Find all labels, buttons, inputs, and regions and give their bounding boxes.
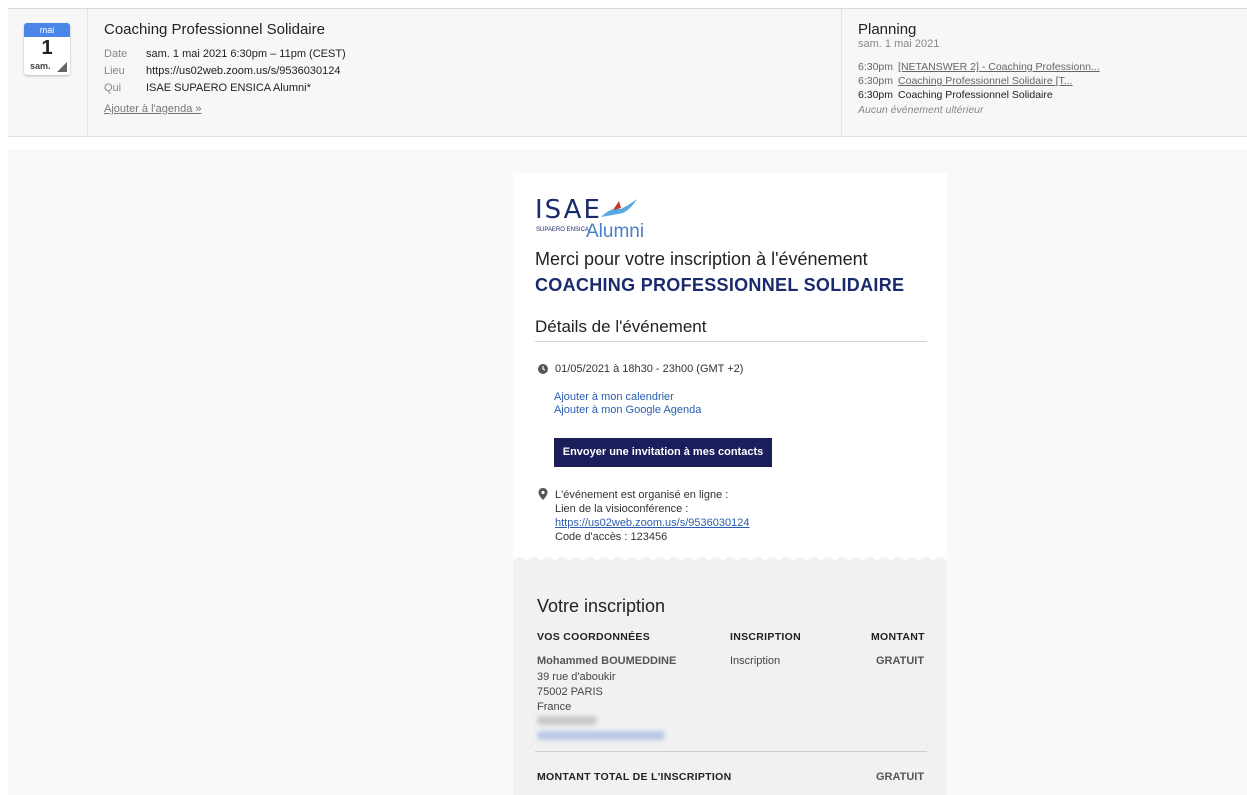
calendar-month: mai bbox=[24, 23, 70, 37]
registration-amount: GRATUIT bbox=[876, 655, 925, 667]
planning-no-more-events: Aucun événement ultérieur bbox=[858, 104, 984, 116]
location-text: L'événement est organisé en ligne : Lien… bbox=[555, 488, 749, 544]
planning-title: Planning bbox=[858, 21, 917, 38]
col-header-registration: INSCRIPTION bbox=[730, 631, 801, 643]
calendar-day: 1 bbox=[41, 37, 53, 59]
event-location-row: L'événement est organisé en ligne : Lien… bbox=[538, 488, 749, 544]
calendar-column: mai 1 sam. bbox=[8, 9, 88, 137]
planning-item-link[interactable]: [NETANSWER 2] - Coaching Professionn... bbox=[898, 61, 1100, 73]
planning-panel: Planning sam. 1 mai 2021 6:30pm [NETANSWE… bbox=[841, 9, 1247, 137]
col-header-amount: MONTANT bbox=[871, 631, 925, 643]
planning-date: sam. 1 mai 2021 bbox=[858, 38, 940, 50]
calendar-invite-panel: mai 1 sam. Coaching Professionnel Solida… bbox=[8, 9, 1247, 137]
calendar-weekday: sam. bbox=[30, 61, 51, 71]
address-line: 39 rue d'aboukir bbox=[537, 671, 616, 683]
registration-heading: Votre inscription bbox=[537, 596, 666, 616]
isae-alumni-logo: ISAE SUPAERO ENSICA Alumni bbox=[535, 195, 665, 242]
event-datetime-row: 01/05/2021 à 18h30 - 23h00 (GMT +2) bbox=[538, 363, 743, 375]
planning-item-label: Coaching Professionnel Solidaire bbox=[898, 89, 1053, 101]
redacted-email bbox=[537, 731, 665, 740]
date-label: Date bbox=[104, 48, 128, 60]
place-label: Lieu bbox=[104, 65, 125, 77]
total-value: GRATUIT bbox=[876, 771, 925, 783]
address-line: 75002 PARIS bbox=[537, 686, 603, 698]
planning-item[interactable]: 6:30pm Coaching Professionnel Solidaire [… bbox=[858, 74, 1231, 88]
send-invitation-button[interactable]: Envoyer une invitation à mes contacts bbox=[554, 438, 772, 467]
visio-label: Lien de la visioconférence : bbox=[555, 503, 689, 515]
invite-who-row: Qui ISAE SUPAERO ENSICA Alumni* bbox=[104, 80, 834, 97]
event-name: COACHING PROFESSIONNEL SOLIDAIRE bbox=[535, 275, 905, 295]
invite-place-row: Lieu https://us02web.zoom.us/s/953603012… bbox=[104, 63, 834, 80]
planning-item-time: 6:30pm bbox=[858, 61, 894, 73]
planning-item-link[interactable]: Coaching Professionnel Solidaire [T... bbox=[898, 75, 1073, 87]
invite-title: Coaching Professionnel Solidaire bbox=[104, 21, 325, 38]
place-value: https://us02web.zoom.us/s/9536030124 bbox=[146, 65, 341, 77]
invite-date-row: Date sam. 1 mai 2021 6:30pm – 11pm (CEST… bbox=[104, 46, 834, 63]
who-label: Qui bbox=[104, 82, 122, 94]
invite-details: Coaching Professionnel Solidaire Date sa… bbox=[104, 21, 834, 117]
attendee-name: Mohammed BOUMEDDINE bbox=[537, 655, 677, 667]
access-code: Code d'accès : 123456 bbox=[555, 531, 668, 543]
redacted-phone bbox=[537, 716, 597, 725]
planning-item-time: 6:30pm bbox=[858, 75, 894, 87]
planning-item-current: 6:30pm Coaching Professionnel Solidaire bbox=[858, 88, 1231, 102]
email-card: ISAE SUPAERO ENSICA Alumni Merci pour vo… bbox=[513, 173, 947, 795]
add-to-agenda-link[interactable]: Ajouter à l'agenda » bbox=[104, 103, 202, 115]
who-value: ISAE SUPAERO ENSICA Alumni* bbox=[146, 82, 311, 94]
calendar-date-icon: mai 1 sam. bbox=[24, 23, 70, 75]
address-line: France bbox=[537, 701, 572, 713]
total-divider bbox=[535, 751, 927, 752]
details-divider bbox=[535, 341, 927, 342]
thanks-heading: Merci pour votre inscription à l'événeme… bbox=[535, 249, 868, 269]
col-header-contact: VOS COORDONNÉES bbox=[537, 631, 651, 643]
logo-alumni-text: Alumni bbox=[586, 221, 645, 242]
calendar-links: Ajouter à mon calendrier Ajouter à mon G… bbox=[554, 391, 701, 417]
clock-icon bbox=[538, 364, 548, 374]
planning-item[interactable]: 6:30pm [NETANSWER 2] - Coaching Professio… bbox=[858, 60, 1231, 74]
date-value: sam. 1 mai 2021 6:30pm – 11pm (CEST) bbox=[146, 48, 346, 60]
location-pin-icon bbox=[538, 488, 548, 500]
logo-subtitle: SUPAERO ENSICA bbox=[536, 227, 589, 233]
logo-bird-icon bbox=[601, 199, 637, 217]
details-heading: Détails de l'événement bbox=[535, 317, 707, 336]
planning-item-time: 6:30pm bbox=[858, 89, 894, 101]
add-to-google-agenda-link[interactable]: Ajouter à mon Google Agenda bbox=[554, 404, 701, 417]
attendee-address: 39 rue d'aboukir 75002 PARIS France bbox=[537, 670, 616, 715]
zoom-link[interactable]: https://us02web.zoom.us/s/9536030124 bbox=[555, 516, 749, 530]
total-label: MONTANT TOTAL DE L'INSCRIPTION bbox=[537, 771, 732, 783]
calendar-fold-icon bbox=[57, 62, 67, 72]
registration-type: Inscription bbox=[730, 655, 781, 667]
online-text: L'événement est organisé en ligne : bbox=[555, 489, 729, 501]
add-to-calendar-link[interactable]: Ajouter à mon calendrier bbox=[554, 391, 701, 404]
event-datetime: 01/05/2021 à 18h30 - 23h00 (GMT +2) bbox=[555, 363, 744, 375]
